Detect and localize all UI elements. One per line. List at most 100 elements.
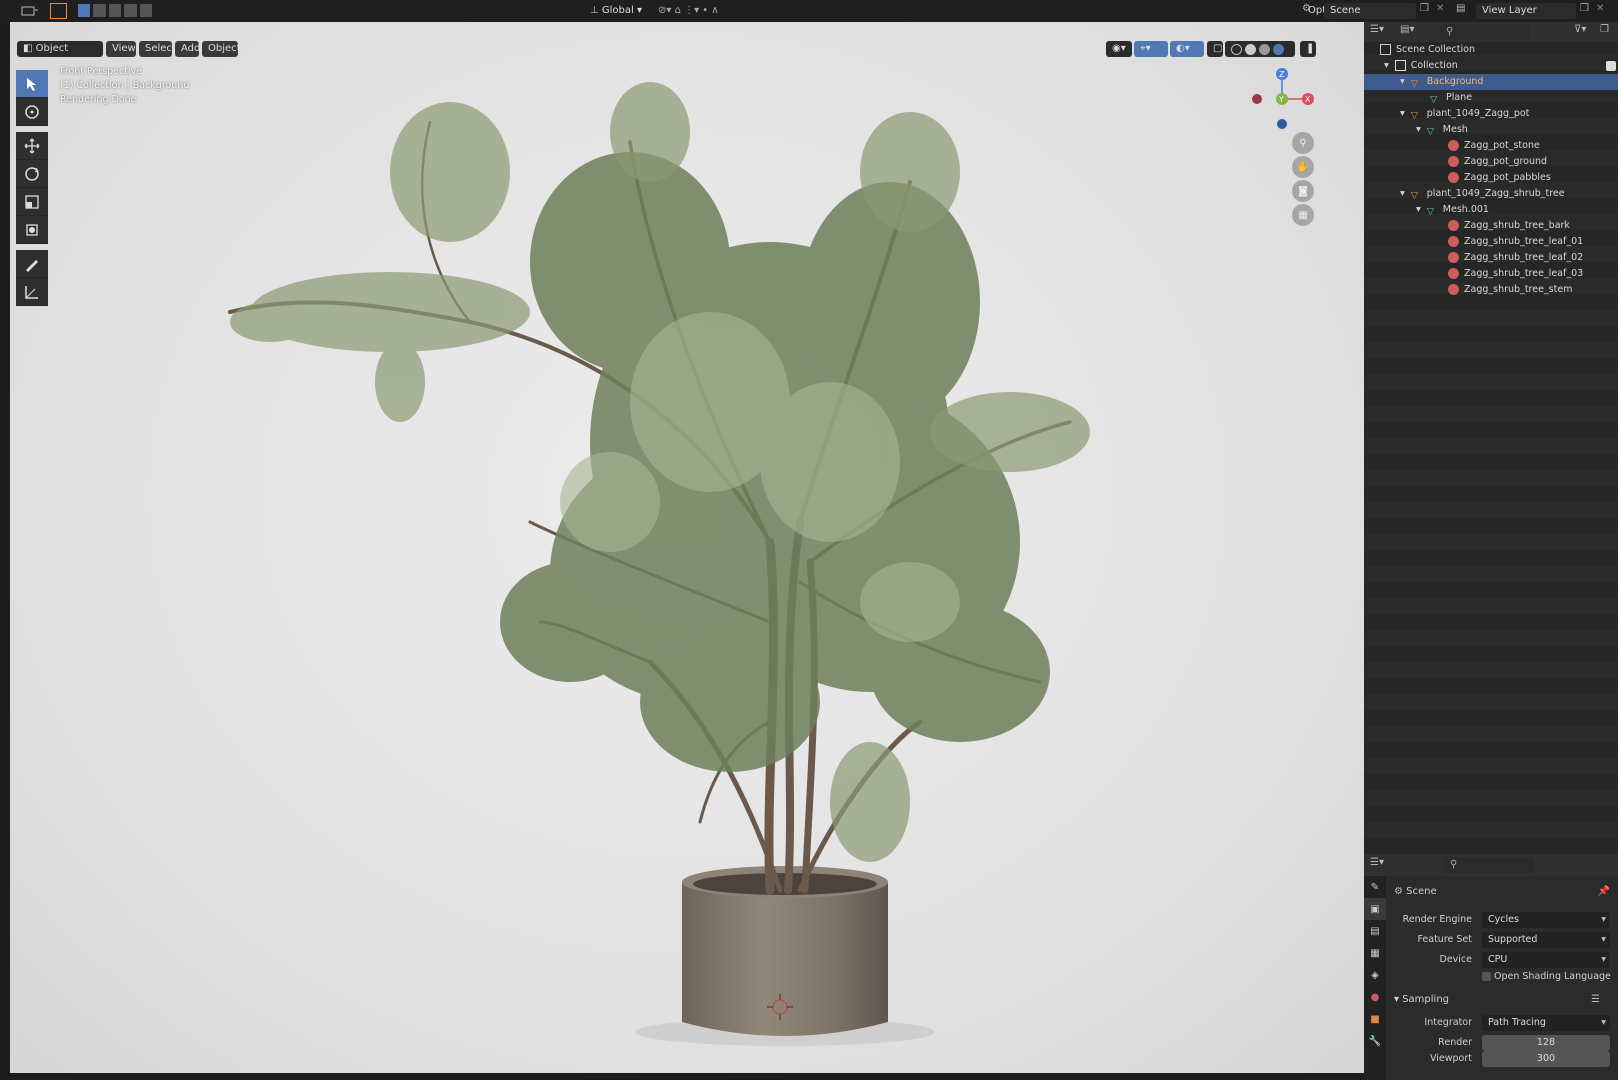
properties-search-input[interactable]: ⚲ — [1444, 857, 1534, 873]
snapping-controls[interactable]: ⊘▾ ⌂ ⋮▾ • ∧ — [658, 3, 768, 19]
disclosure-triangle-icon[interactable]: ▾ — [1416, 124, 1421, 135]
object-tab-icon[interactable]: ■ — [1364, 1008, 1386, 1030]
outliner-row-plane[interactable]: ▽ Plane — [1364, 90, 1618, 106]
editor-type-icon[interactable] — [20, 3, 40, 19]
output-tab-icon[interactable]: ▤ — [1364, 920, 1386, 942]
feature-set-dropdown[interactable]: Supported ▾ — [1482, 932, 1610, 948]
object-mode-icon: ◧ — [23, 43, 36, 54]
cursor-tool[interactable] — [16, 98, 48, 126]
menu-view[interactable]: View — [106, 41, 136, 57]
outliner-row-collection[interactable]: ▾Collection ◉ — [1364, 58, 1618, 74]
zoom-icon[interactable]: ⚲ — [1292, 132, 1314, 154]
view-layer-tab-icon[interactable]: ▦ — [1364, 942, 1386, 964]
pin-icon[interactable]: 📌 — [1598, 884, 1610, 900]
orientation-gizmo[interactable]: Z Y X — [1248, 66, 1328, 132]
camera-icon[interactable]: ◙ — [1292, 180, 1314, 202]
active-object-label: (1) Collection | Background — [60, 80, 190, 91]
transform-orientation-dropdown[interactable]: ⊥ Global ▾ — [590, 3, 650, 19]
grid-perspective-icon[interactable]: ▦ — [1292, 204, 1314, 226]
outliner-row-material[interactable]: Zagg_shrub_tree_bark — [1364, 218, 1618, 234]
outliner-row-material[interactable]: Zagg_shrub_tree_leaf_01 — [1364, 234, 1618, 250]
outliner-row-material[interactable]: Zagg_pot_pabbles — [1364, 170, 1618, 186]
disclosure-triangle-icon[interactable]: ▾ — [1384, 60, 1389, 71]
new-scene-icon[interactable]: ❐ — [1420, 3, 1434, 19]
menu-select[interactable]: Select — [139, 41, 176, 57]
osl-checkbox[interactable] — [1482, 972, 1491, 981]
move-tool[interactable] — [16, 132, 48, 160]
outliner-row-shrub-tree[interactable]: ▾▽plant_1049_Zagg_shrub_tree ◉ — [1364, 186, 1618, 202]
scale-icon — [25, 194, 39, 209]
outliner-row-scene-collection[interactable]: Scene Collection — [1364, 42, 1618, 58]
viewport-samples-label: Viewport — [1429, 1053, 1472, 1064]
viewport-samples-field[interactable]: 300 — [1482, 1051, 1610, 1067]
modifier-tab-icon[interactable]: 🔧 — [1364, 1030, 1386, 1052]
measure-tool[interactable] — [16, 278, 48, 306]
outliner-row-background[interactable]: ▾▽Background ◉ — [1364, 74, 1618, 90]
outliner-row-material[interactable]: Zagg_pot_stone — [1364, 138, 1618, 154]
wireframe-shading-icon[interactable] — [1231, 43, 1242, 55]
rendered-shading-icon[interactable] — [1273, 43, 1284, 55]
disclosure-triangle-icon[interactable]: ▾ — [1400, 76, 1405, 87]
scene-name-field[interactable]: Scene — [1324, 3, 1416, 19]
select-box-tool[interactable] — [16, 70, 48, 98]
move-arrows-icon — [24, 138, 40, 153]
pause-render-icon[interactable]: ❚❚ — [1300, 41, 1323, 57]
solid-shading-icon[interactable] — [1245, 43, 1256, 55]
close-icon[interactable]: ✕ — [1436, 3, 1450, 19]
editor-type-icon[interactable]: ☰▾ — [1370, 24, 1392, 40]
tool-shelf — [16, 70, 50, 306]
menu-add[interactable]: Add — [175, 41, 200, 57]
outliner-row-pot[interactable]: ▾▽plant_1049_Zagg_pot ◉ — [1364, 106, 1618, 122]
filter-icon[interactable]: ⊽▾ — [1574, 24, 1596, 40]
selection-mode-icons[interactable] — [78, 4, 153, 18]
close-icon[interactable]: ✕ — [1596, 3, 1610, 19]
scene-tab-icon[interactable]: ◈ — [1364, 964, 1386, 986]
menu-object[interactable]: Object — [202, 41, 241, 57]
display-mode-icon[interactable]: ▤▾ — [1400, 24, 1422, 40]
render-tab-icon[interactable]: ▣ — [1364, 898, 1386, 920]
outliner-search-input[interactable]: ⚲ — [1440, 24, 1530, 40]
collection-icon — [1394, 60, 1406, 71]
render-samples-field[interactable]: 128 — [1482, 1035, 1610, 1051]
render-engine-dropdown[interactable]: Cycles ▾ — [1482, 912, 1610, 928]
outliner-row-material[interactable]: Zagg_pot_ground — [1364, 154, 1618, 170]
checkbox-icon[interactable] — [1606, 61, 1616, 71]
new-view-layer-icon[interactable]: ❐ — [1580, 3, 1594, 19]
search-icon: ⚲ — [1446, 26, 1454, 37]
visibility-filter-icon[interactable]: ◉▾ — [1106, 41, 1132, 57]
device-dropdown[interactable]: CPU ▾ — [1482, 952, 1610, 968]
material-shading-icon[interactable] — [1259, 43, 1270, 55]
scale-tool[interactable] — [16, 188, 48, 216]
new-collection-icon[interactable]: ❐ — [1600, 24, 1616, 40]
disclosure-triangle-icon[interactable]: ▾ — [1400, 108, 1405, 119]
pan-hand-icon[interactable]: ✋ — [1292, 156, 1314, 178]
disclosure-triangle-icon[interactable]: ▾ — [1394, 994, 1402, 1005]
ruler-icon — [25, 285, 38, 299]
select-box-icon[interactable] — [50, 3, 67, 19]
tool-tab-icon[interactable]: ✎ — [1364, 876, 1386, 898]
xray-toggle-icon[interactable]: ▢ — [1207, 41, 1223, 57]
list-icon[interactable]: ☰ — [1591, 992, 1600, 1008]
editor-type-icon[interactable]: ☰▾ — [1370, 857, 1392, 873]
disclosure-triangle-icon[interactable]: ▾ — [1400, 188, 1405, 199]
outliner-row-mesh-001[interactable]: ▾ ▽ Mesh.001 — [1364, 202, 1618, 218]
osl-checkbox-row[interactable]: Open Shading Language — [1482, 970, 1612, 984]
overlays-toggle-icon[interactable]: ◐▾ — [1170, 41, 1204, 57]
rotate-tool[interactable] — [16, 160, 48, 188]
outliner-row-mesh[interactable]: ▾ ▽ Mesh — [1364, 122, 1618, 138]
disclosure-triangle-icon[interactable]: ▾ — [1416, 204, 1421, 215]
gizmo-toggle-icon[interactable]: ⌖▾ — [1134, 41, 1168, 57]
3d-viewport[interactable]: ◧ Object Mode ▾ View Select Add Object ◉▾… — [10, 22, 1364, 1073]
outliner-row-material[interactable]: Zagg_shrub_tree_stem — [1364, 282, 1618, 298]
annotate-tool[interactable] — [16, 250, 48, 278]
transform-tool[interactable] — [16, 216, 48, 244]
view-layer-field[interactable]: View Layer — [1476, 3, 1576, 19]
3d-cursor-icon — [25, 104, 39, 119]
integrator-dropdown[interactable]: Path Tracing ▾ — [1482, 1015, 1610, 1031]
sampling-panel-header[interactable]: ▾ Sampling ☰ — [1394, 992, 1614, 1008]
outliner-row-material[interactable]: Zagg_shrub_tree_leaf_02 — [1364, 250, 1618, 266]
shading-mode-icons[interactable] — [1225, 41, 1295, 57]
world-tab-icon[interactable]: ● — [1364, 986, 1386, 1008]
mode-dropdown[interactable]: ◧ Object Mode ▾ — [17, 41, 103, 70]
outliner-row-material[interactable]: Zagg_shrub_tree_leaf_03 — [1364, 266, 1618, 282]
